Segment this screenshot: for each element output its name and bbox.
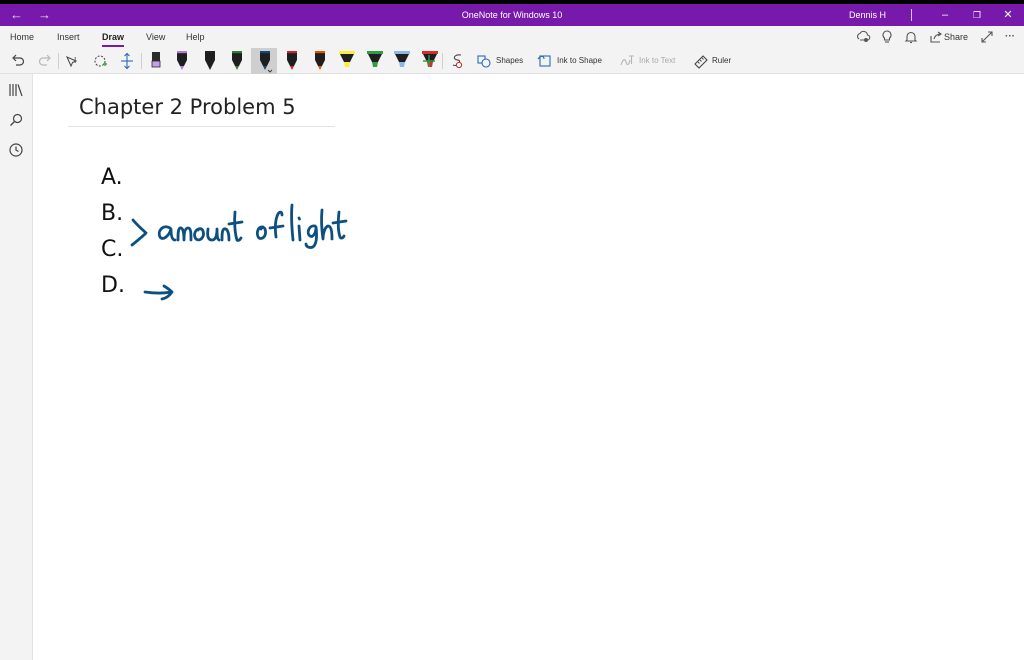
handwritten-ink-layer <box>130 203 348 301</box>
ink-arrow-bracket <box>130 218 148 247</box>
ink-arrow-d <box>143 284 174 301</box>
ink-handwritten-amount-of-light <box>157 203 348 249</box>
